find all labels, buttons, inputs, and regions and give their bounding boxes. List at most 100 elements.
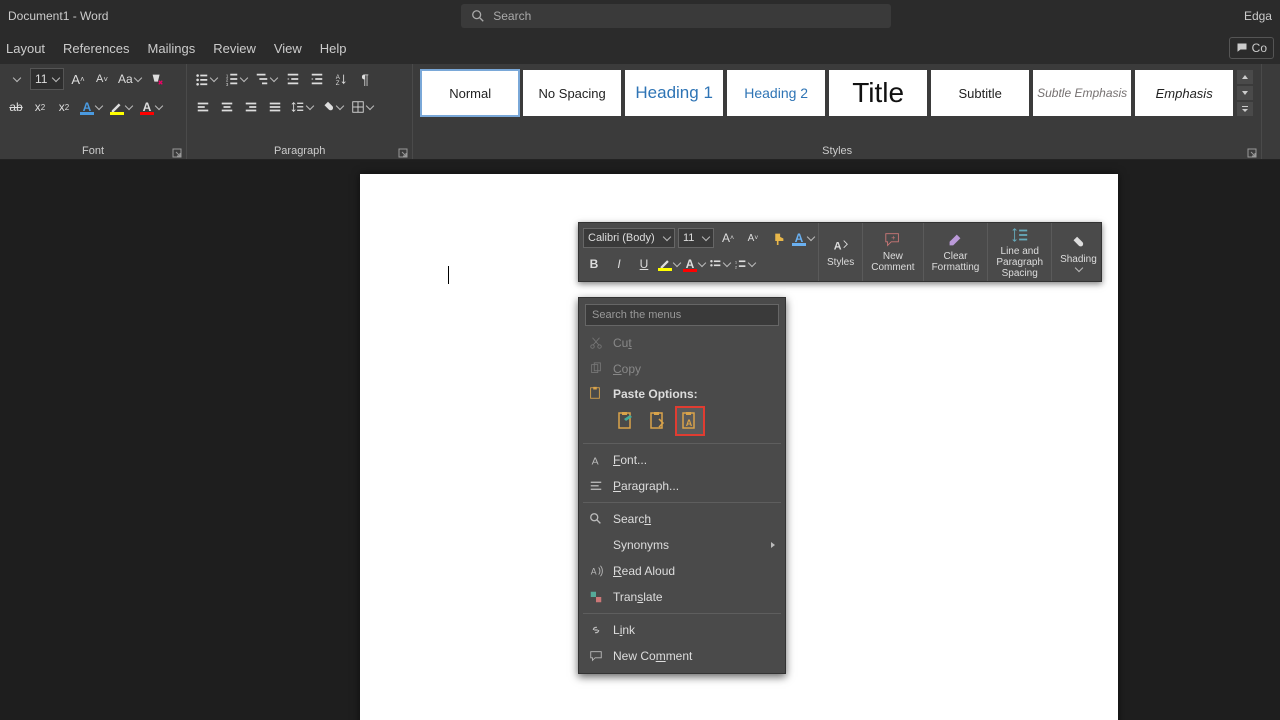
- superscript-button[interactable]: x2: [54, 96, 74, 118]
- style-emphasis[interactable]: Emphasis: [1135, 70, 1233, 116]
- increase-indent-button[interactable]: [307, 68, 327, 90]
- mini-format-painter[interactable]: [767, 227, 789, 249]
- change-case-button[interactable]: Aa: [116, 68, 143, 90]
- menu-search[interactable]: Search: [579, 506, 785, 532]
- tell-me-search[interactable]: Search: [461, 4, 891, 28]
- text-effects-button[interactable]: A: [78, 96, 104, 118]
- borders-button[interactable]: [349, 96, 375, 118]
- paste-merge-formatting[interactable]: [645, 408, 671, 434]
- mini-highlight[interactable]: [658, 253, 680, 275]
- mini-italic[interactable]: I: [608, 253, 630, 275]
- mini-clear-formatting-button[interactable]: Clear Formatting: [923, 223, 988, 281]
- justify-button[interactable]: [265, 96, 285, 118]
- multilevel-list-button[interactable]: [253, 68, 279, 90]
- mini-bold[interactable]: B: [583, 253, 605, 275]
- font-size-combo[interactable]: 11: [30, 68, 64, 90]
- comments-button[interactable]: Co: [1229, 37, 1274, 59]
- title-bar: Document1 - Word Search Edga: [0, 0, 1280, 32]
- mini-font-color[interactable]: A: [683, 253, 705, 275]
- shading-button[interactable]: [319, 96, 345, 118]
- bullets-button[interactable]: [193, 68, 219, 90]
- eraser-icon: [946, 231, 964, 249]
- mini-underline[interactable]: U: [633, 253, 655, 275]
- document-title: Document1 - Word: [8, 9, 108, 23]
- styles-gallery-scroll[interactable]: [1237, 70, 1253, 116]
- menu-new-comment[interactable]: New Comment: [579, 643, 785, 669]
- mini-numbering[interactable]: 12: [733, 253, 755, 275]
- style-normal[interactable]: Normal: [421, 70, 519, 116]
- menu-read-aloud[interactable]: A Read Aloud: [579, 558, 785, 584]
- styles-group: Normal No Spacing Heading 1 Heading 2 Ti…: [413, 64, 1262, 159]
- mini-font-combo[interactable]: Calibri (Body): [583, 228, 675, 248]
- tab-view[interactable]: View: [274, 41, 302, 56]
- font-dialog-launcher[interactable]: [172, 145, 182, 155]
- font-color-button[interactable]: A: [138, 96, 164, 118]
- decrease-indent-button[interactable]: [283, 68, 303, 90]
- mini-bullets[interactable]: [708, 253, 730, 275]
- ribbon-tabs: Layout References Mailings Review View H…: [0, 32, 1280, 64]
- mini-shading-button[interactable]: Shading: [1051, 223, 1105, 281]
- highlight-button[interactable]: [108, 96, 134, 118]
- style-heading-1[interactable]: Heading 1: [625, 70, 723, 116]
- style-title[interactable]: Title: [829, 70, 927, 116]
- link-icon: [588, 622, 604, 638]
- numbering-button[interactable]: 123: [223, 68, 249, 90]
- tab-layout[interactable]: Layout: [6, 41, 45, 56]
- mini-new-comment-button[interactable]: + New Comment: [862, 223, 922, 281]
- styles-icon: A: [832, 237, 850, 255]
- clipboard-icon: [588, 386, 604, 402]
- grow-font-button[interactable]: A˄: [68, 68, 88, 90]
- mini-styles-icon[interactable]: A: [792, 227, 814, 249]
- align-left-button[interactable]: [193, 96, 213, 118]
- shrink-font-button[interactable]: A˅: [92, 68, 112, 90]
- show-marks-button[interactable]: ¶: [355, 68, 375, 90]
- tab-help[interactable]: Help: [320, 41, 347, 56]
- font-name-dropdown[interactable]: [6, 68, 26, 90]
- menu-translate[interactable]: Translate: [579, 584, 785, 610]
- text-cursor: [448, 266, 449, 284]
- search-placeholder: Search: [493, 9, 531, 23]
- tab-review[interactable]: Review: [213, 41, 256, 56]
- context-menu: Search the menus Cut Copy Paste Options:…: [578, 297, 786, 674]
- line-spacing-button[interactable]: [289, 96, 315, 118]
- comment-icon: [588, 648, 604, 664]
- mini-shrink-font[interactable]: A˅: [742, 227, 764, 249]
- tab-references[interactable]: References: [63, 41, 129, 56]
- paste-options-row: A: [579, 404, 785, 440]
- svg-text:Z: Z: [336, 80, 340, 86]
- align-right-button[interactable]: [241, 96, 261, 118]
- style-heading-2[interactable]: Heading 2: [727, 70, 825, 116]
- sort-button[interactable]: AZ: [331, 68, 351, 90]
- clear-formatting-button[interactable]: [147, 68, 167, 90]
- paste-keep-source-formatting[interactable]: [613, 408, 639, 434]
- translate-icon: [588, 589, 604, 605]
- ribbon: 11 A˄ A˅ Aa ab x2 x2 A A Font 123: [0, 64, 1280, 160]
- subscript-button[interactable]: x2: [30, 96, 50, 118]
- paragraph-dialog-launcher[interactable]: [398, 145, 408, 155]
- style-subtle-emphasis[interactable]: Subtle Emphasis: [1033, 70, 1131, 116]
- font-group-label: Font: [6, 143, 180, 157]
- copy-icon: [588, 361, 604, 377]
- mini-font-size-combo[interactable]: 11: [678, 228, 714, 248]
- menu-synonyms[interactable]: Synonyms: [579, 532, 785, 558]
- menu-link[interactable]: Link: [579, 617, 785, 643]
- menu-paragraph[interactable]: Paragraph...: [579, 473, 785, 499]
- align-center-button[interactable]: [217, 96, 237, 118]
- menu-copy: Copy: [579, 356, 785, 382]
- ribbon-overflow[interactable]: [1262, 64, 1280, 159]
- tab-mailings[interactable]: Mailings: [148, 41, 196, 56]
- mini-line-spacing-button[interactable]: Line and Paragraph Spacing: [987, 223, 1051, 281]
- paste-keep-text-only[interactable]: A: [677, 408, 703, 434]
- mini-styles-button[interactable]: A Styles: [818, 223, 862, 281]
- svg-text:2: 2: [734, 264, 737, 269]
- user-name[interactable]: Edga: [1244, 9, 1272, 23]
- styles-dialog-launcher[interactable]: [1247, 145, 1257, 155]
- menu-font[interactable]: A Font...: [579, 447, 785, 473]
- paragraph-group: 123 AZ ¶ Paragraph: [187, 64, 413, 159]
- menu-paste-options-header: Paste Options:: [579, 382, 785, 404]
- style-no-spacing[interactable]: No Spacing: [523, 70, 621, 116]
- strikethrough-button[interactable]: ab: [6, 96, 26, 118]
- mini-grow-font[interactable]: A˄: [717, 227, 739, 249]
- menu-search-input[interactable]: Search the menus: [585, 304, 779, 326]
- style-subtitle[interactable]: Subtitle: [931, 70, 1029, 116]
